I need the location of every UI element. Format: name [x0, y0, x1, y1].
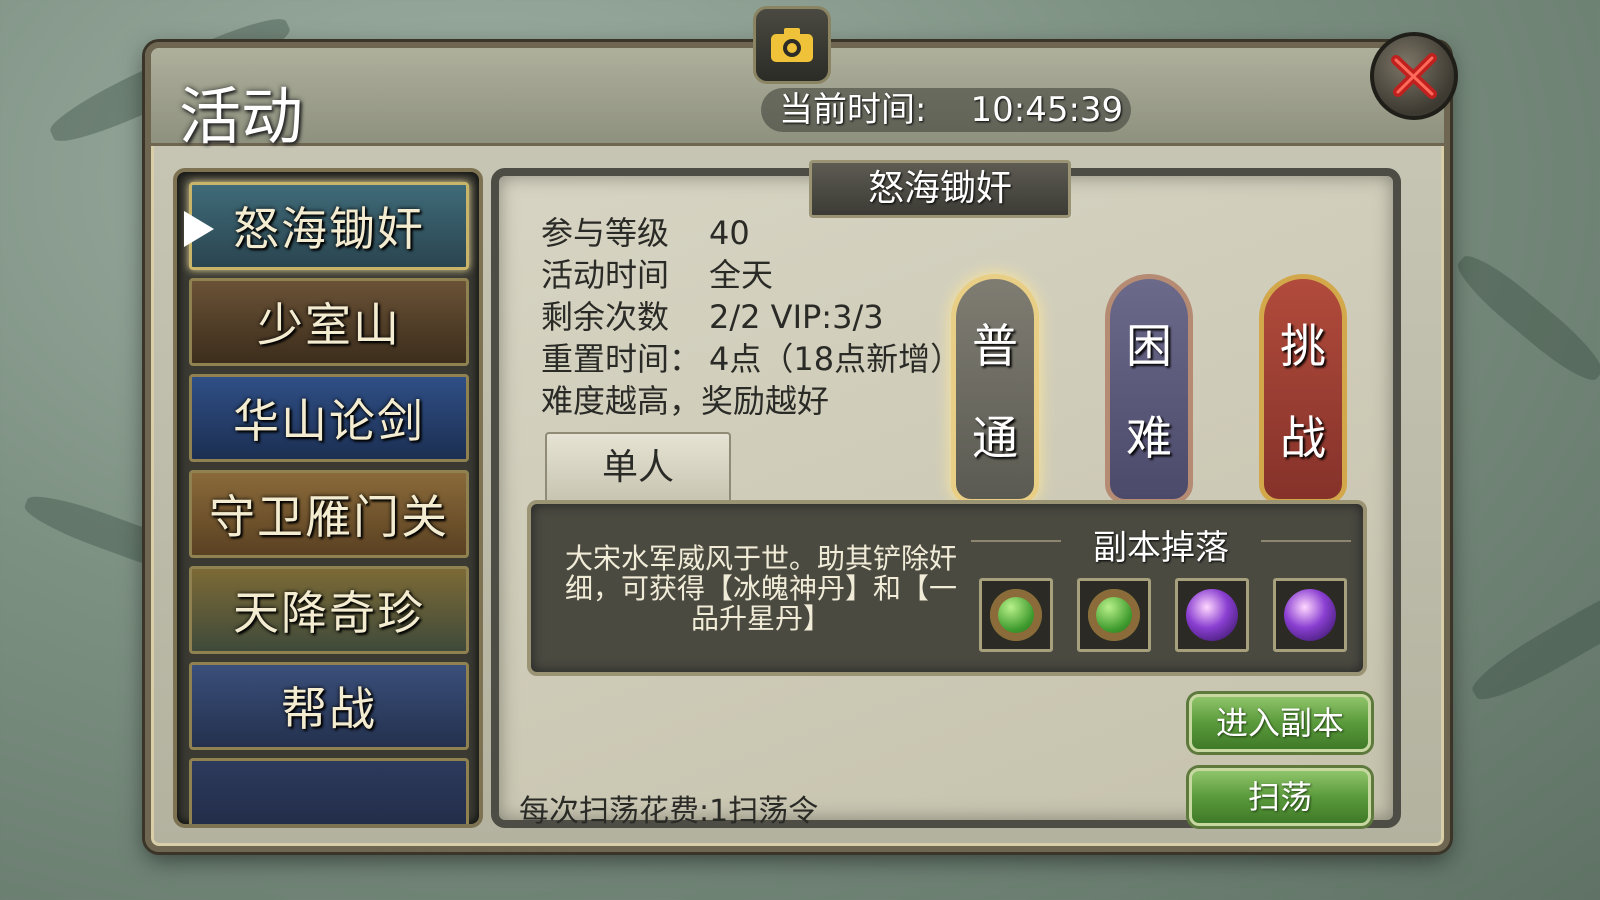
purple-orb-icon [1186, 589, 1238, 641]
window-title: 活动 [179, 80, 304, 153]
activity-item-huashan[interactable]: 华山论剑 [189, 374, 469, 462]
camera-icon [771, 28, 813, 62]
tab-single[interactable]: 单人 [545, 432, 731, 500]
detail-title: 怒海锄奸 [809, 160, 1071, 218]
activity-label: 华山论剑 [233, 394, 425, 448]
difficulty-challenge-button[interactable]: 挑 战 [1259, 274, 1347, 504]
close-icon [1391, 53, 1437, 99]
activity-item-nuhai[interactable]: 怒海锄奸 [184, 182, 469, 270]
activity-detail-panel: 怒海锄奸 参与等级 40 活动时间 全天 剩余次数 2/2 VIP:3/3 重置时间：… [491, 160, 1401, 829]
description-box: 大宋水军威风于世。助其铲除奸细，可获得【冰魄神丹】和【一品升星丹】 副本掉落 [527, 500, 1367, 676]
drop-item[interactable] [1175, 578, 1249, 652]
info-remaining: 剩余次数 2/2 VIP:3/3 [541, 298, 884, 336]
activity-label: 天降奇珍 [233, 586, 425, 640]
activity-label: 怒海锄奸 [233, 202, 425, 256]
activity-item-bangzhan[interactable]: 帮战 [189, 662, 469, 750]
activity-label: 少室山 [257, 298, 401, 352]
sweep-button[interactable]: 扫荡 [1189, 768, 1371, 826]
enter-dungeon-button[interactable]: 进入副本 [1189, 694, 1371, 752]
sweep-cost-text: 每次扫荡花费:1扫荡令 [519, 794, 819, 829]
time-label: 当前时间: [779, 90, 927, 130]
activity-window: 活动 当前时间: 10:45:39 怒海锄奸 少室山 华山论剑 守卫雁门关 天降… [145, 6, 1458, 852]
green-pill-icon [990, 589, 1042, 641]
info-time: 活动时间 全天 [541, 256, 774, 294]
activity-info: 参与等级 40 活动时间 全天 剩余次数 2/2 VIP:3/3 重置时间： 4点（18… [541, 212, 962, 422]
activity-label: 帮战 [281, 682, 377, 736]
drops-title: 副本掉落 [1093, 528, 1229, 568]
time-value: 10:45:39 [970, 90, 1124, 130]
drop-item[interactable] [1273, 578, 1347, 652]
drop-item[interactable] [1077, 578, 1151, 652]
activity-list: 怒海锄奸 少室山 华山论剑 守卫雁门关 天降奇珍 帮战 [173, 168, 483, 828]
info-level: 参与等级 40 [541, 214, 750, 252]
screenshot-button[interactable] [753, 6, 831, 84]
info-hint: 难度越高，奖励越好 [541, 382, 830, 420]
difficulty-normal-button[interactable]: 普 通 [951, 274, 1039, 504]
activity-item-partial[interactable] [189, 758, 469, 824]
activity-label: 守卫雁门关 [209, 490, 449, 544]
activity-item-yanmenguan[interactable]: 守卫雁门关 [189, 470, 469, 558]
selected-arrow-icon [184, 211, 214, 247]
purple-orb-icon [1284, 589, 1336, 641]
close-button[interactable] [1370, 32, 1458, 120]
divider [1261, 540, 1351, 542]
activity-description: 大宋水军威风于世。助其铲除奸细，可获得【冰魄神丹】和【一品升星丹】 [564, 542, 957, 635]
drop-item[interactable] [979, 578, 1053, 652]
background-leaf [1465, 567, 1600, 711]
background-leaf [1449, 246, 1600, 390]
activity-item-tianjiang[interactable]: 天降奇珍 [189, 566, 469, 654]
current-time: 当前时间: 10:45:39 [761, 88, 1131, 132]
activity-item-shaoshishan[interactable]: 少室山 [189, 278, 469, 366]
difficulty-hard-button[interactable]: 困 难 [1105, 274, 1193, 504]
green-pill-icon [1088, 589, 1140, 641]
info-reset: 重置时间： 4点（18点新增） [541, 340, 963, 378]
